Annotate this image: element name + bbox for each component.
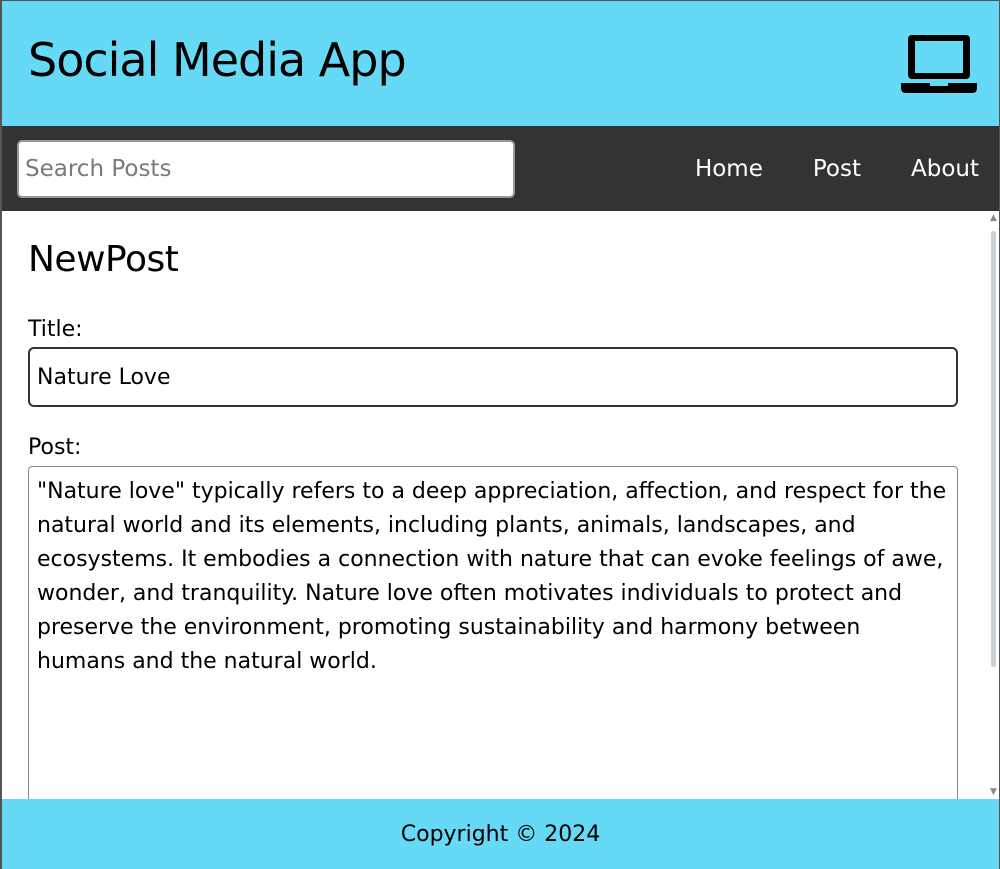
- app-title: Social Media App: [28, 33, 407, 87]
- app-footer: Copyright © 2024: [2, 799, 999, 869]
- post-textarea[interactable]: "Nature love" typically refers to a deep…: [28, 466, 958, 799]
- main-content: NewPost Title: Post: "Nature love" typic…: [2, 211, 988, 799]
- nav-links: Home Post About: [695, 126, 979, 211]
- title-label: Title:: [28, 317, 83, 342]
- search-input[interactable]: [17, 140, 515, 198]
- nav-bar: Home Post About: [2, 126, 999, 211]
- page-title: NewPost: [28, 239, 179, 280]
- app-header: Social Media App: [2, 1, 999, 126]
- scroll-down-arrow-icon[interactable]: ▼: [989, 787, 998, 797]
- nav-link-post[interactable]: Post: [813, 156, 861, 182]
- post-label: Post:: [28, 435, 82, 460]
- laptop-icon: [901, 35, 977, 93]
- scrollbar-thumb[interactable]: [991, 231, 996, 667]
- copyright-text: Copyright © 2024: [400, 822, 601, 847]
- vertical-scrollbar[interactable]: ▲ ▼: [988, 211, 999, 799]
- nav-link-about[interactable]: About: [911, 156, 979, 182]
- nav-link-home[interactable]: Home: [695, 156, 763, 182]
- app-window: Social Media App Home Post About NewPost…: [0, 0, 1000, 869]
- title-input[interactable]: [28, 347, 958, 407]
- scroll-up-arrow-icon[interactable]: ▲: [989, 213, 998, 223]
